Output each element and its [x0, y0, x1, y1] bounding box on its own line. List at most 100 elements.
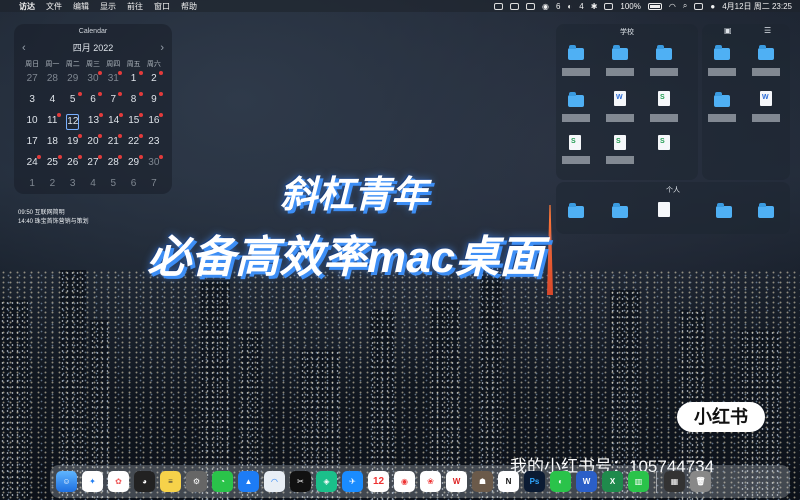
clock-datetime[interactable]: 4月12日 周二 23:25 [722, 1, 792, 12]
folder-icon[interactable] [612, 45, 628, 60]
calendar-day[interactable]: 2 [144, 71, 164, 86]
downloads-stack-icon[interactable]: ▦ [664, 471, 685, 492]
folder-icon[interactable] [656, 45, 672, 60]
battery-percent[interactable]: 100% [620, 2, 640, 11]
calendar-day[interactable]: 20 [83, 134, 103, 149]
folder-icon[interactable] [568, 45, 584, 60]
app-icon[interactable]: ☗ [472, 471, 493, 492]
calendar-day[interactable]: 10 [22, 114, 42, 130]
calendar-day[interactable]: 2 [42, 177, 62, 191]
calendar-day[interactable]: 28 [42, 72, 62, 86]
calendar-day[interactable]: 24 [22, 155, 42, 170]
folder-icon[interactable] [568, 203, 584, 218]
wifi-icon[interactable]: ◠ [669, 2, 676, 11]
calendar-day[interactable]: 8 [123, 92, 143, 107]
calendar-day[interactable]: 1 [22, 177, 42, 191]
word-doc-icon[interactable]: W [614, 91, 626, 106]
calendar-app-icon[interactable]: 12 [368, 471, 389, 492]
status-app-icon[interactable] [493, 2, 503, 10]
menu-file[interactable]: 文件 [46, 1, 62, 12]
calendar-day[interactable]: 31 [103, 71, 123, 86]
spreadsheet-doc-icon[interactable]: S [658, 91, 670, 106]
school-folder-panel[interactable]: 学校 W S S S S [556, 24, 698, 180]
folder-icon[interactable] [568, 92, 584, 107]
calendar-day[interactable]: 3 [63, 177, 83, 191]
calendar-day[interactable]: 28 [103, 155, 123, 170]
event-item[interactable]: 14:40 珠宝首饰营销与策划 [18, 218, 89, 227]
next-month-button[interactable]: › [160, 42, 164, 54]
word-icon[interactable]: W [576, 471, 597, 492]
notion-icon[interactable]: N [498, 471, 519, 492]
wechat-icon[interactable]: ◔ [212, 471, 233, 492]
control-center-icon[interactable] [694, 2, 704, 10]
battery-icon[interactable] [647, 2, 662, 10]
document-icon[interactable] [658, 202, 670, 217]
calendar-day[interactable]: 14 [104, 113, 124, 130]
app-icon[interactable]: ❀ [420, 471, 441, 492]
calendar-day[interactable]: 19 [63, 134, 83, 149]
calendar-day[interactable]: 17 [22, 135, 42, 149]
photos-icon[interactable]: ✿ [108, 471, 129, 492]
calendar-widget[interactable]: Calendar ‹ 四月 2022 › 周日 周一 周二 周三 周四 周五 周… [14, 24, 172, 194]
secondary-folder-panel[interactable]: ▣ ☰ W [702, 24, 790, 180]
qq-count[interactable]: 4 [579, 2, 583, 11]
wechat-status-icon[interactable]: ◉ [542, 2, 549, 11]
safari-icon[interactable]: ✦ [82, 471, 103, 492]
calendar-day[interactable]: 23 [144, 135, 164, 149]
app-menu-finder[interactable]: 访达 [19, 1, 35, 12]
calendar-day[interactable]: 7 [144, 177, 164, 191]
square-icon[interactable]: ▣ [724, 26, 732, 35]
folder-icon[interactable] [758, 45, 774, 60]
menu-edit[interactable]: 编辑 [73, 1, 89, 12]
calendar-day[interactable]: 26 [63, 155, 83, 170]
notes-icon[interactable]: ≡ [160, 471, 181, 492]
numbers-icon[interactable]: ▥ [628, 471, 649, 492]
folder-icon[interactable] [758, 203, 774, 218]
spreadsheet-doc-icon[interactable]: S [614, 135, 626, 150]
status-app-icon-2[interactable] [509, 2, 519, 10]
wechat-count[interactable]: 6 [556, 2, 560, 11]
calendar-day[interactable]: 9 [144, 92, 164, 107]
menu-help[interactable]: 帮助 [181, 1, 197, 12]
prev-month-button[interactable]: ‹ [22, 42, 26, 54]
calendar-day[interactable]: 27 [83, 155, 103, 170]
calendar-day[interactable]: 1 [123, 71, 143, 86]
app-icon[interactable]: ◈ [316, 471, 337, 492]
calendar-day[interactable]: 7 [103, 92, 123, 107]
spreadsheet-doc-icon[interactable]: S [658, 135, 670, 150]
calendar-day[interactable]: 11 [42, 113, 62, 130]
qq-icon[interactable]: ◕ [134, 471, 155, 492]
calendar-day[interactable]: 4 [42, 93, 62, 107]
search-icon[interactable]: ⌕ [683, 1, 687, 11]
status-app-icon-3[interactable] [525, 2, 535, 10]
siri-icon[interactable]: ● [710, 2, 715, 11]
list-icon[interactable]: ☰ [764, 26, 771, 35]
calendar-day[interactable]: 6 [83, 92, 103, 107]
folder-icon[interactable] [714, 92, 730, 107]
finder-icon[interactable]: ☺ [56, 471, 77, 492]
calendar-day[interactable]: 12 [66, 114, 80, 130]
calendar-day[interactable]: 29 [63, 72, 83, 86]
bluetooth-icon[interactable]: ✱ [591, 2, 598, 11]
app-icon[interactable]: ◠ [264, 471, 285, 492]
folder-icon[interactable] [716, 203, 732, 218]
qq-status-icon[interactable]: ◐ [567, 2, 572, 11]
calendar-day[interactable]: 6 [123, 177, 143, 191]
app-icon[interactable]: ✈ [342, 471, 363, 492]
calendar-day[interactable]: 5 [63, 92, 83, 107]
menu-go[interactable]: 前往 [127, 1, 143, 12]
calendar-day[interactable]: 5 [103, 177, 123, 191]
spreadsheet-doc-icon[interactable]: S [569, 135, 581, 150]
calendar-day[interactable]: 30 [83, 71, 103, 86]
calendar-day[interactable]: 25 [42, 155, 62, 170]
calendar-day[interactable]: 4 [83, 177, 103, 191]
folder-icon[interactable] [612, 203, 628, 218]
wps-icon[interactable]: W [446, 471, 467, 492]
calendar-day[interactable]: 21 [103, 134, 123, 149]
menu-view[interactable]: 显示 [100, 1, 116, 12]
display-icon[interactable] [604, 2, 614, 10]
system-preferences-icon[interactable]: ⚙ [186, 471, 207, 492]
calendar-day[interactable]: 3 [22, 93, 42, 107]
calendar-day[interactable]: 18 [42, 135, 62, 149]
event-item[interactable]: 09:50 互联网简明 [18, 209, 89, 218]
